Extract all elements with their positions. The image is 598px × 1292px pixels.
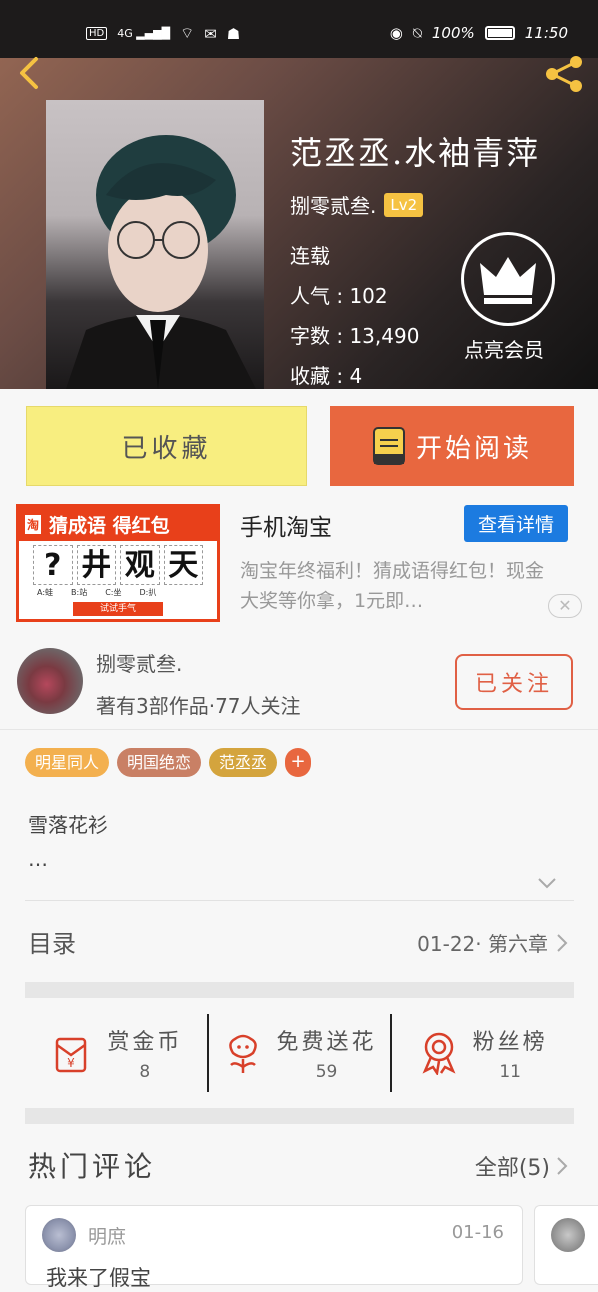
idiom-char: 井 <box>76 545 116 585</box>
ad-detail-button[interactable]: 查看详情 <box>464 505 568 542</box>
network-indicator: 4G ▂▄▆█ <box>117 27 171 40</box>
tag[interactable]: 明星同人 <box>25 748 110 777</box>
favorited-button[interactable]: 已收藏 <box>26 406 307 486</box>
popularity: 人气 : 102 <box>290 284 388 308</box>
reward-label: 免费送花 <box>276 1030 377 1055</box>
taobao-logo: 淘 <box>25 514 42 534</box>
more-tags-button[interactable]: + <box>285 748 312 777</box>
intro-line: … <box>28 847 48 871</box>
reward-label: 粉丝榜 <box>472 1030 548 1055</box>
author-stats: 著有3部作品·77人关注 <box>96 694 301 718</box>
battery-icon <box>484 26 515 40</box>
collection-count: 收藏 : 4 <box>290 364 363 388</box>
section-spacer <box>25 982 574 998</box>
ad-try-button: 试试手气 <box>73 602 163 616</box>
comment-date: 01-16 <box>451 1222 504 1243</box>
ad-option: A:蛙 <box>37 588 54 597</box>
crown-icon <box>480 257 536 304</box>
all-comments-label: 全部(5) <box>474 1156 550 1181</box>
wifi-icon: ⌔ <box>180 24 195 42</box>
battery-percent: 100% <box>431 24 475 42</box>
ad-option: B:站 <box>71 588 88 597</box>
book-header: HD 4G ▂▄▆█ ⌔ ✉ ☗ ◉ ⍉ 100% 11:50 范丞丞.水袖青萍… <box>0 0 598 389</box>
ad-option: D:扒 <box>139 588 157 597</box>
author-card-name[interactable]: 捌零贰叁. <box>96 648 182 677</box>
commenter-name: 明庶 <box>88 1226 127 1248</box>
book-intro: 雪落花衫 … <box>28 808 108 876</box>
share-icon <box>546 56 582 92</box>
idiom-char: 观 <box>120 545 160 585</box>
idiom-char: 天 <box>163 545 203 585</box>
start-reading-button[interactable]: 开始阅读 <box>330 406 574 486</box>
ad-banner-title: 猜成语 得红包 <box>49 514 170 537</box>
expand-intro-button[interactable] <box>537 873 557 894</box>
status-bar: HD 4G ▂▄▆█ ⌔ ✉ ☗ ◉ ⍉ 100% 11:50 <box>0 0 598 58</box>
hot-comments-heading: 热门评论 <box>28 1150 157 1183</box>
idiom-char: ? <box>33 545 73 585</box>
reward-bar: ¥ 赏金币 8 免费送花 59 粉丝榜 11 <box>25 1014 574 1092</box>
book-icon <box>372 427 405 465</box>
all-comments-link[interactable]: 全部(5) <box>475 1150 568 1182</box>
author-name[interactable]: 捌零贰叁. <box>290 190 376 219</box>
reward-count: 8 <box>139 1062 151 1082</box>
fan-ranking-button[interactable]: 粉丝榜 11 <box>390 1014 574 1092</box>
commenter-avatar[interactable] <box>551 1218 585 1252</box>
intro-line: 雪落花衫 <box>28 813 108 837</box>
share-button[interactable] <box>542 52 586 100</box>
comment-card[interactable]: 明庶 01-16 我来了假宝 <box>25 1205 523 1290</box>
comment-card-next[interactable] <box>534 1205 598 1285</box>
vip-label: 点亮会员 <box>464 338 544 362</box>
reward-count: 11 <box>499 1062 521 1082</box>
author-card: 捌零贰叁. 著有3部作品·77人关注 已关注 <box>0 632 598 730</box>
chevron-left-icon <box>20 57 38 89</box>
svg-text:¥: ¥ <box>68 1056 76 1070</box>
qq-icon: ☗ <box>226 24 241 43</box>
flower-icon <box>228 1034 257 1073</box>
wechat-icon: ✉ <box>204 24 217 43</box>
chevron-right-icon <box>557 933 568 952</box>
latest-chapter[interactable]: 01-22· 第六章 <box>417 928 568 957</box>
red-envelope-icon: ¥ <box>56 1037 87 1073</box>
chevron-right-icon <box>557 1157 568 1175</box>
ad-option: C:坐 <box>105 588 122 597</box>
reward-count: 59 <box>315 1062 338 1082</box>
latest-chapter-label: 01-22· 第六章 <box>417 932 548 956</box>
divider <box>25 900 574 901</box>
medal-icon <box>422 1032 456 1075</box>
reward-coins-button[interactable]: ¥ 赏金币 8 <box>25 1014 207 1092</box>
book-title: 范丞丞.水袖青萍 <box>290 134 541 172</box>
hd-indicator: HD <box>86 27 108 40</box>
tag[interactable]: 明国绝恋 <box>117 748 202 777</box>
level-badge: Lv2 <box>384 192 424 217</box>
eye-icon: ◉ <box>389 24 403 42</box>
author-row: 捌零贰叁. Lv2 <box>290 190 424 219</box>
author-avatar[interactable] <box>17 648 83 714</box>
ad-description: 淘宝年终福利！猜成语得红包！现金大奖等你拿，1元即… <box>240 560 545 612</box>
follow-button[interactable]: 已关注 <box>455 654 573 710</box>
clock: 11:50 <box>524 24 568 42</box>
word-count: 字数 : 13,490 <box>290 324 420 348</box>
back-button[interactable] <box>16 55 46 91</box>
vip-button[interactable] <box>461 232 555 326</box>
toc-label[interactable]: 目录 <box>28 924 76 959</box>
ad-banner[interactable]: 淘 猜成语 得红包 ? 井 观 天 A:蛙 B:站 C:坐 D:扒 试试手气 <box>16 504 220 622</box>
tag-list: 明星同人 明国绝恋 范丞丞 + <box>25 748 312 777</box>
ad-close-button[interactable]: ✕ <box>548 594 582 618</box>
chevron-down-icon <box>538 878 556 889</box>
start-reading-label: 开始阅读 <box>415 433 532 464</box>
cover-portrait <box>66 135 256 389</box>
serial-status: 连载 <box>290 244 330 268</box>
mute-bell-icon: ⍉ <box>412 24 422 42</box>
reward-label: 赏金币 <box>107 1030 183 1055</box>
ad-title: 手机淘宝 <box>240 515 332 541</box>
section-spacer <box>25 1108 574 1124</box>
tag[interactable]: 范丞丞 <box>209 748 278 777</box>
book-cover[interactable] <box>46 100 264 389</box>
commenter-avatar[interactable] <box>42 1218 76 1252</box>
send-flower-button[interactable]: 免费送花 59 <box>206 1014 391 1092</box>
comment-text: 我来了假宝 <box>46 1266 151 1290</box>
